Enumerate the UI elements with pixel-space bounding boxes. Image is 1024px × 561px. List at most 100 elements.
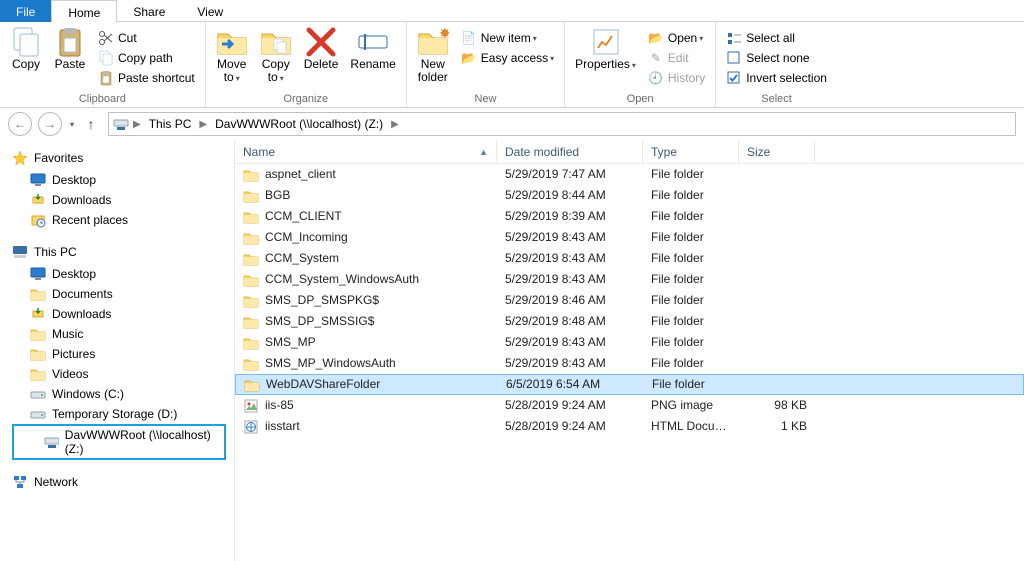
table-row[interactable]: SMS_DP_SMSSIG$5/29/2019 8:48 AMFile fold… [235,311,1024,332]
nav-pc-pictures[interactable]: Pictures [12,344,234,364]
tab-share[interactable]: Share [117,0,181,22]
copy-to-button[interactable]: Copy to▾ [254,24,298,87]
nav-pc-music[interactable]: Music [12,324,234,344]
table-row[interactable]: CCM_System_WindowsAuth5/29/2019 8:43 AMF… [235,269,1024,290]
group-label-organize: Organize [210,93,402,107]
delete-button[interactable]: Delete [298,24,345,73]
paste-shortcut-button[interactable]: Paste shortcut [92,68,201,88]
file-date: 5/29/2019 8:44 AM [497,185,643,206]
svg-text:✸: ✸ [439,26,449,41]
nav-downloads[interactable]: Downloads [12,190,234,210]
table-row[interactable]: CCM_Incoming5/29/2019 8:43 AMFile folder [235,227,1024,248]
chevron-right-icon[interactable]: ▶ [197,119,209,130]
nav-this-pc[interactable]: This PC [12,240,234,264]
chevron-right-icon[interactable]: ▶ [389,119,401,130]
move-to-label: Move to▾ [217,58,246,85]
new-item-button[interactable]: 📄New item▾ [455,28,560,48]
delete-label: Delete [304,58,339,71]
nav-drive-c[interactable]: Windows (C:) [12,384,234,404]
invert-selection-button[interactable]: Invert selection [720,68,833,88]
file-name: CCM_CLIENT [265,206,342,227]
column-name[interactable]: Name▲ [235,140,497,164]
nav-pc-documents[interactable]: Documents [12,284,234,304]
png-icon [243,398,259,414]
history-icon: 🕘 [648,70,664,86]
select-all-button[interactable]: Select all [720,28,833,48]
table-row[interactable]: CCM_CLIENT5/29/2019 8:39 AMFile folder [235,206,1024,227]
nav-drive-z-selected[interactable]: DavWWWRoot (\\localhost) (Z:) [12,424,226,460]
table-row[interactable]: SMS_MP5/29/2019 8:43 AMFile folder [235,332,1024,353]
chevron-right-icon[interactable]: ▶ [131,119,143,130]
open-button[interactable]: 📂Open▾ [642,28,711,48]
easy-access-button[interactable]: 📂Easy access▾ [455,48,560,68]
crumb-drive[interactable]: DavWWWRoot (\\localhost) (Z:) [211,117,387,131]
tab-file[interactable]: File [0,0,51,22]
copy-button[interactable]: Copy [4,24,48,73]
table-row[interactable]: CCM_System5/29/2019 8:43 AMFile folder [235,248,1024,269]
file-type: File folder [643,311,739,332]
monitor-icon [30,172,46,188]
group-label-select: Select [720,93,833,107]
column-type[interactable]: Type [643,140,739,164]
nav-pc-videos[interactable]: Videos [12,364,234,384]
nav-favorites[interactable]: Favorites [12,146,234,170]
copy-path-button[interactable]: Copy path [92,48,201,68]
edit-button[interactable]: ✎Edit [642,48,711,68]
navigation-pane: Favorites Desktop Downloads Recent place… [0,140,235,561]
forward-button[interactable]: → [38,112,62,136]
file-date: 6/5/2019 6:54 AM [498,374,644,395]
cut-button[interactable]: Cut [92,28,201,48]
file-name: CCM_System_WindowsAuth [265,269,419,290]
breadcrumb[interactable]: ▶ This PC ▶ DavWWWRoot (\\localhost) (Z:… [108,112,1016,136]
folder-icon [243,314,259,330]
column-size[interactable]: Size [739,140,815,164]
back-button[interactable]: ← [8,112,32,136]
nav-recent[interactable]: Recent places [12,210,234,230]
file-size: 1 KB [739,416,815,437]
table-row[interactable]: iisstart5/28/2019 9:24 AMHTML Document1 … [235,416,1024,437]
rename-button[interactable]: Rename [344,24,401,73]
folder-icon [243,356,259,372]
folder-icon [243,188,259,204]
rename-label: Rename [350,58,395,71]
nav-pc-downloads[interactable]: Downloads [12,304,234,324]
select-none-button[interactable]: Select none [720,48,833,68]
file-date: 5/29/2019 8:43 AM [497,353,643,374]
history-dropdown[interactable]: ▾ [70,120,74,129]
folder-icon [30,326,46,342]
folder-icon [243,167,259,183]
invert-selection-icon [726,70,742,86]
move-to-button[interactable]: Move to▾ [210,24,254,87]
file-date: 5/28/2019 9:24 AM [497,395,643,416]
up-button[interactable]: ↑ [80,113,102,135]
properties-label: Properties▾ [575,58,636,72]
table-row[interactable]: SMS_DP_SMSPKG$5/29/2019 8:46 AMFile fold… [235,290,1024,311]
nav-desktop[interactable]: Desktop [12,170,234,190]
copy-to-label: Copy to▾ [262,58,290,85]
properties-button[interactable]: Properties▾ [569,24,642,74]
open-icon: 📂 [648,30,664,46]
file-name: WebDAVShareFolder [266,374,380,395]
table-row[interactable]: aspnet_client5/29/2019 7:47 AMFile folde… [235,164,1024,185]
ribbon-group-organize: Move to▾ Copy to▾ Delete Rename Organize [206,22,407,107]
history-button[interactable]: 🕘History [642,68,711,88]
nav-drive-d[interactable]: Temporary Storage (D:) [12,404,234,424]
file-name: CCM_System [265,248,339,269]
tab-view[interactable]: View [181,0,239,22]
content: Favorites Desktop Downloads Recent place… [0,140,1024,561]
crumb-this-pc[interactable]: This PC [145,117,196,131]
paste-button[interactable]: Paste [48,24,92,73]
tab-home[interactable]: Home [51,0,117,22]
table-row[interactable]: WebDAVShareFolder6/5/2019 6:54 AMFile fo… [235,374,1024,395]
table-row[interactable]: iis-855/28/2019 9:24 AMPNG image98 KB [235,395,1024,416]
address-bar-row: ← → ▾ ↑ ▶ This PC ▶ DavWWWRoot (\\localh… [0,108,1024,140]
new-folder-button[interactable]: ✸ New folder [411,24,455,86]
file-date: 5/29/2019 8:43 AM [497,248,643,269]
nav-pc-desktop[interactable]: Desktop [12,264,234,284]
nav-network[interactable]: Network [12,470,234,494]
table-row[interactable]: BGB5/29/2019 8:44 AMFile folder [235,185,1024,206]
column-date[interactable]: Date modified [497,140,643,164]
drive-icon [30,386,46,402]
table-row[interactable]: SMS_MP_WindowsAuth5/29/2019 8:43 AMFile … [235,353,1024,374]
chevron-down-icon: ▾ [632,61,636,70]
